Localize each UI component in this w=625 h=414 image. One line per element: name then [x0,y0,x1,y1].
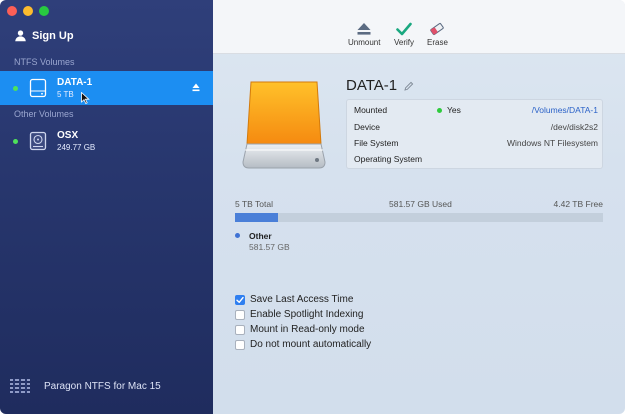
minimize-window-button[interactable] [23,6,33,16]
option-label: Do not mount automatically [250,339,372,350]
eraser-icon [430,22,445,36]
verify-label: Verify [394,38,415,47]
option-label: Mount in Read-only mode [250,324,365,335]
option-save-last-access-time[interactable]: Save Last Access Time [235,292,371,307]
file-system-label: File System [354,138,399,148]
eject-icon [357,23,371,35]
unmount-button[interactable]: Unmount [348,22,380,47]
main-panel: Unmount Verify Erase DATA-1 Mounted Yes … [213,0,625,414]
sidebar-volume-osx[interactable]: OSX 249.77 GB [0,124,213,158]
option-label: Save Last Access Time [250,294,354,305]
section-title-ntfs-volumes: NTFS Volumes [14,57,75,67]
capacity-free: 4.42 TB Free [553,199,603,209]
erase-label: Erase [427,38,448,47]
capacity-bar [235,213,603,222]
capacity-bar-fill [235,213,278,222]
paragon-logo-icon [10,379,30,393]
close-window-button[interactable] [7,6,17,16]
mounted-status-dot [437,107,442,113]
mounted-status-dot [13,138,18,144]
volume-name: DATA-1 [57,77,93,88]
info-row-device: Device /dev/disk2s2 [354,122,598,135]
sidebar: Sign Up NTFS Volumes DATA-1 5 TB Other V… [0,0,213,414]
volume-title: DATA-1 [346,77,414,94]
file-system-value: Windows NT Filesystem [507,138,598,148]
mounted-status-dot [13,85,18,91]
info-row-operating-system: Operating System [354,154,598,167]
mounted-value: Yes [447,105,461,115]
app-name: Paragon NTFS for Mac 15 [44,380,161,392]
hard-drive-icon [29,78,47,98]
unmount-label: Unmount [348,38,381,47]
volume-title-text: DATA-1 [346,77,398,94]
info-row-mounted: Mounted Yes /Volumes/DATA-1 [354,105,598,118]
checkbox[interactable] [235,339,245,350]
volume-name: OSX [57,130,79,141]
pencil-icon[interactable] [404,81,414,91]
checkmark-icon [396,22,412,36]
volume-size: 5 TB [57,90,74,99]
volume-size: 249.77 GB [57,143,96,152]
legend-color-dot [235,233,240,238]
mount-path-link[interactable]: /Volumes/DATA-1 [532,105,598,115]
mount-options: Save Last Access Time Enable Spotlight I… [235,292,371,352]
legend-size: 581.57 GB [249,242,290,252]
device-label: Device [354,122,380,132]
checkbox[interactable] [235,294,245,305]
option-do-not-mount-automatically[interactable]: Do not mount automatically [235,337,371,352]
window-controls [7,6,49,16]
mounted-status: Yes [437,105,461,115]
checkmark-icon [236,296,244,303]
app-window: Sign Up NTFS Volumes DATA-1 5 TB Other V… [0,0,625,414]
hard-drive-icon [242,81,326,169]
erase-button[interactable]: Erase [427,22,448,47]
info-row-file-system: File System Windows NT Filesystem [354,138,598,151]
option-mount-read-only[interactable]: Mount in Read-only mode [235,322,371,337]
checkbox[interactable] [235,309,245,320]
verify-button[interactable]: Verify [394,22,414,47]
option-label: Enable Spotlight Indexing [250,309,364,320]
hard-drive-icon [29,131,47,151]
person-icon [15,30,26,42]
section-title-other-volumes: Other Volumes [14,109,74,119]
sign-up-label: Sign Up [32,29,74,42]
device-value: /dev/disk2s2 [550,122,598,132]
legend-name: Other [249,231,272,241]
volume-info-panel: Mounted Yes /Volumes/DATA-1 Device /dev/… [346,99,603,169]
option-enable-spotlight-indexing[interactable]: Enable Spotlight Indexing [235,307,371,322]
capacity-used: 581.57 GB Used [389,199,452,209]
capacity-total: 5 TB Total [235,199,273,209]
sign-up-button[interactable]: Sign Up [14,29,74,42]
mounted-label: Mounted [354,105,388,115]
eject-icon[interactable] [192,83,200,92]
operating-system-label: Operating System [354,154,423,164]
app-branding: Paragon NTFS for Mac 15 [10,379,161,393]
toolbar: Unmount Verify Erase [213,0,625,54]
zoom-window-button[interactable] [39,6,49,16]
mouse-cursor-icon [81,92,90,104]
sidebar-volume-data-1[interactable]: DATA-1 5 TB [0,71,213,105]
checkbox[interactable] [235,324,245,335]
